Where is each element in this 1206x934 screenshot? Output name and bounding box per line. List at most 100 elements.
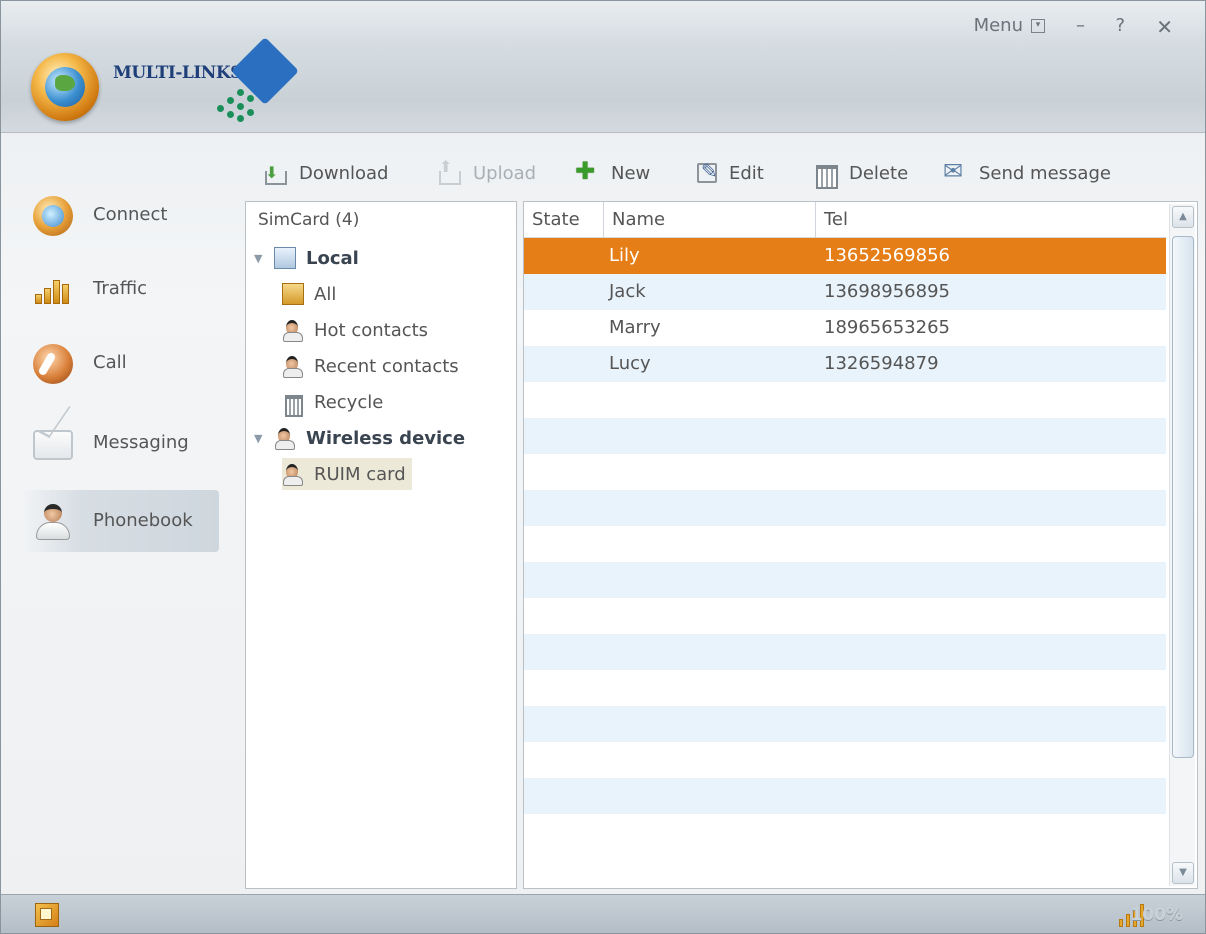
- tree-node-recycle[interactable]: Recycle: [282, 386, 383, 418]
- sidebar-item-call[interactable]: Call: [23, 332, 219, 394]
- cell-tel: 18965653265: [824, 317, 950, 338]
- edit-button[interactable]: Edit: [697, 157, 764, 189]
- empty-table-row: [524, 670, 1166, 706]
- new-label: New: [611, 162, 651, 184]
- empty-table-row: [524, 382, 1166, 418]
- empty-table-row: [524, 706, 1166, 742]
- new-button[interactable]: New: [575, 157, 650, 189]
- sidebar-item-label: Traffic: [93, 278, 148, 299]
- download-button[interactable]: Download: [265, 157, 388, 189]
- add-icon: [575, 157, 599, 185]
- tree-node-local[interactable]: ▼ Local: [254, 242, 359, 274]
- tree-node-all[interactable]: All: [282, 278, 336, 310]
- delete-button[interactable]: Delete: [813, 157, 908, 189]
- cell-state: [524, 346, 604, 382]
- empty-table-row: [524, 418, 1166, 454]
- tree-node-hot-contacts[interactable]: Hot contacts: [282, 314, 428, 346]
- tree-node-ruim-card[interactable]: RUIM card: [282, 458, 412, 490]
- tree-node-wireless-device[interactable]: ▼ Wireless device: [254, 422, 465, 454]
- phone-icon: [33, 344, 73, 384]
- sidebar-item-label: Phonebook: [93, 510, 193, 531]
- empty-table-row: [524, 634, 1166, 670]
- cell-tel: 1326594879: [824, 353, 939, 374]
- column-header-tel[interactable]: Tel: [816, 202, 1166, 238]
- tree-node-label: Local: [306, 247, 359, 269]
- table-row[interactable]: Lily 13652569856: [524, 238, 1166, 274]
- tree-node-recent-contacts[interactable]: Recent contacts: [282, 350, 459, 382]
- table-row[interactable]: Lucy 1326594879: [524, 346, 1166, 382]
- bar-chart-icon: [33, 270, 73, 310]
- expand-triangle-icon[interactable]: ▼: [254, 252, 268, 265]
- upload-label: Upload: [473, 162, 537, 184]
- send-message-button[interactable]: Send message: [943, 157, 1111, 189]
- brand-dots-logo: [207, 81, 267, 122]
- local-computer-icon: [274, 247, 296, 269]
- empty-table-row: [524, 598, 1166, 634]
- tree-node-label: Recycle: [314, 391, 384, 413]
- upload-icon: [439, 157, 461, 185]
- status-bar: 100%: [1, 894, 1205, 933]
- sim-card-icon: [282, 463, 304, 486]
- empty-table-row: [524, 454, 1166, 490]
- menu-dropdown-icon[interactable]: ▾: [1031, 19, 1045, 33]
- contact-icon: [282, 319, 304, 342]
- tree-header: SimCard (4): [258, 210, 360, 230]
- sidebar-item-messaging[interactable]: Messaging: [23, 412, 219, 474]
- empty-table-row: [524, 814, 1166, 850]
- empty-table-row: [524, 778, 1166, 814]
- cell-tel: 13652569856: [824, 245, 950, 266]
- empty-table-row: [524, 490, 1166, 526]
- column-header-name[interactable]: Name: [604, 202, 816, 238]
- contact-list: State Name Tel Lily 13652569856 Jack 136…: [523, 201, 1198, 889]
- brand-logo-text: MULTI-LINKS: [113, 63, 242, 83]
- upload-button[interactable]: Upload: [439, 157, 536, 189]
- trash-icon: [282, 391, 304, 417]
- cell-name: Jack: [609, 281, 646, 302]
- menu-button[interactable]: Menu: [974, 15, 1023, 39]
- tree-node-label: All: [314, 283, 337, 305]
- device-contact-icon: [274, 427, 296, 450]
- list-header: State Name Tel: [524, 202, 1166, 238]
- scroll-up-icon[interactable]: ▲: [1172, 206, 1194, 228]
- app-window: MULTI-LINKS Menu ▾ – ? ✕ Connect Traffic…: [0, 0, 1206, 934]
- envelope-icon: [33, 430, 73, 460]
- scroll-down-icon[interactable]: ▼: [1172, 862, 1194, 884]
- empty-table-row: [524, 562, 1166, 598]
- tree-node-label: RUIM card: [314, 463, 406, 485]
- toolbar: Download Upload New Edit Delete Send mes…: [265, 153, 1185, 193]
- logo-globe-icon: [31, 53, 99, 121]
- sidebar-item-traffic[interactable]: Traffic: [23, 258, 219, 320]
- cell-state: [524, 274, 604, 310]
- close-button[interactable]: ✕: [1156, 15, 1173, 39]
- sidebar-item-label: Connect: [93, 204, 168, 225]
- help-button[interactable]: ?: [1115, 15, 1125, 39]
- download-label: Download: [299, 162, 389, 184]
- header: MULTI-LINKS Menu ▾ – ? ✕: [1, 1, 1205, 133]
- globe-icon: [33, 196, 73, 236]
- trash-icon: [813, 161, 838, 189]
- cell-name: Marry: [609, 317, 661, 338]
- contact-icon: [282, 355, 304, 378]
- sidebar-item-connect[interactable]: Connect: [23, 184, 219, 246]
- edit-label: Edit: [729, 162, 764, 184]
- cell-name: Lucy: [609, 353, 651, 374]
- column-header-state[interactable]: State: [524, 202, 604, 238]
- download-icon: [265, 163, 287, 185]
- cell-state: [524, 310, 604, 346]
- device-status-icon[interactable]: [35, 903, 59, 927]
- cell-state: [524, 238, 604, 274]
- table-row[interactable]: Marry 18965653265: [524, 310, 1166, 346]
- send-message-label: Send message: [979, 162, 1111, 184]
- empty-table-row: [524, 742, 1166, 778]
- tree-node-label: Hot contacts: [314, 319, 429, 341]
- expand-triangle-icon[interactable]: ▼: [254, 432, 268, 445]
- list-scrollbar[interactable]: ▲ ▼: [1169, 204, 1195, 886]
- sidebar-item-phonebook[interactable]: Phonebook: [23, 490, 219, 552]
- scroll-thumb[interactable]: [1172, 236, 1194, 758]
- sidebar-item-label: Messaging: [93, 432, 189, 453]
- minimize-button[interactable]: –: [1076, 15, 1085, 39]
- person-icon: [33, 502, 73, 542]
- signal-percent: 100%: [1130, 905, 1183, 925]
- table-row[interactable]: Jack 13698956895: [524, 274, 1166, 310]
- delete-label: Delete: [849, 162, 909, 184]
